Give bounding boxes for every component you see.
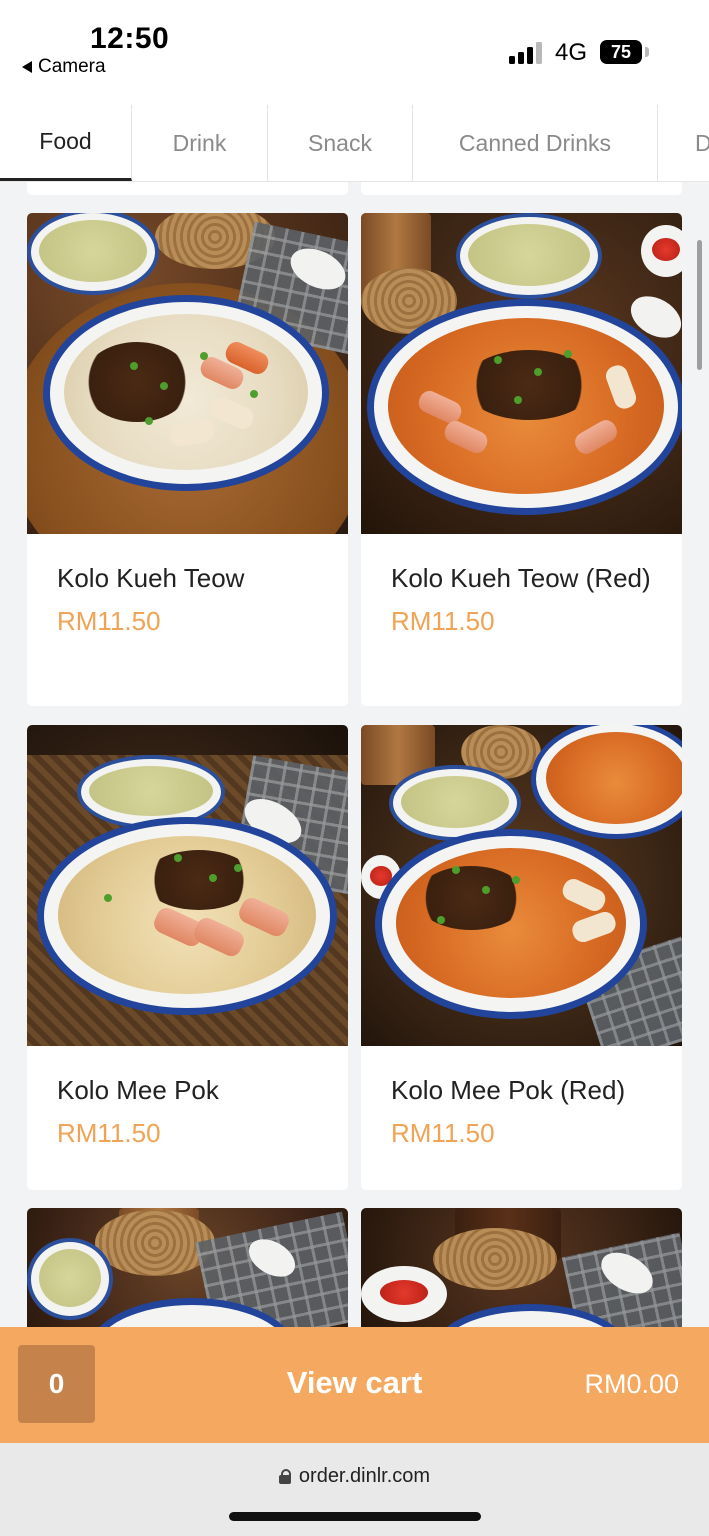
status-time: 12:50	[90, 22, 170, 55]
menu-item-name: Kolo Kueh Teow (Red)	[391, 563, 651, 593]
menu-item-card-partial[interactable]	[27, 1208, 348, 1338]
network-type: 4G	[555, 39, 588, 66]
menu-item-card-partial[interactable]	[361, 1208, 682, 1338]
back-app-label: Camera	[38, 56, 106, 77]
menu-item-card[interactable]: Kolo Kueh Teow (Red) RM11.50	[361, 213, 682, 706]
tab-partial[interactable]: D	[658, 105, 709, 181]
category-tabs: Food Drink Snack Canned Drinks D	[0, 105, 709, 182]
food-photo	[27, 725, 348, 1046]
tab-drink[interactable]: Drink	[132, 105, 268, 181]
back-to-app-link[interactable]: Camera	[22, 56, 106, 78]
status-bar: 12:50 Camera 4G 75	[0, 0, 709, 105]
tab-food[interactable]: Food	[0, 105, 132, 181]
food-photo	[27, 213, 348, 534]
battery-icon: 75	[600, 40, 642, 64]
url-display[interactable]: order.dinlr.com	[0, 1465, 709, 1488]
food-photo	[361, 725, 682, 1046]
card-stub-right[interactable]	[361, 182, 682, 195]
home-indicator[interactable]	[229, 1512, 481, 1521]
food-photo	[361, 1208, 682, 1338]
back-triangle-icon	[22, 61, 32, 73]
menu-item-name: Kolo Kueh Teow	[57, 563, 245, 593]
food-photo	[27, 1208, 348, 1338]
lock-icon	[278, 1469, 291, 1484]
menu-item-card[interactable]: Kolo Kueh Teow RM11.50	[27, 213, 348, 706]
menu-item-card[interactable]: Kolo Mee Pok (Red) RM11.50	[361, 725, 682, 1190]
menu-item-card[interactable]: Kolo Mee Pok RM11.50	[27, 725, 348, 1190]
view-cart-bar[interactable]: 0 View cart RM0.00	[0, 1327, 709, 1443]
scrollbar[interactable]	[697, 240, 702, 370]
tab-snack[interactable]: Snack	[268, 105, 413, 181]
cellular-signal-icon	[509, 40, 545, 64]
browser-url-bar[interactable]: order.dinlr.com	[0, 1443, 709, 1536]
tab-canned-drinks[interactable]: Canned Drinks	[413, 105, 658, 181]
menu-item-name: Kolo Mee Pok (Red)	[391, 1075, 626, 1105]
menu-item-name: Kolo Mee Pok	[57, 1075, 219, 1105]
menu-item-price: RM11.50	[57, 1118, 161, 1148]
menu-item-price: RM11.50	[57, 606, 161, 636]
battery-tip	[645, 47, 649, 57]
cart-total: RM0.00	[584, 1369, 679, 1399]
menu-item-price: RM11.50	[391, 1118, 495, 1148]
menu-item-price: RM11.50	[391, 606, 495, 636]
card-stub-left[interactable]	[27, 182, 348, 195]
url-text: order.dinlr.com	[298, 1465, 431, 1487]
food-photo	[361, 213, 682, 534]
